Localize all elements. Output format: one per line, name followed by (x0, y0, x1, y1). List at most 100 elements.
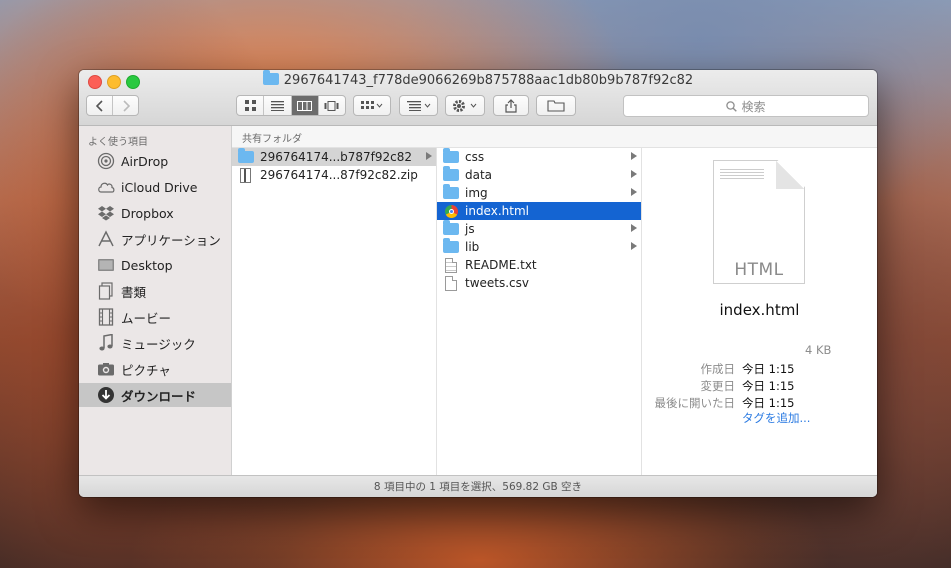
applications-icon (96, 230, 116, 248)
list-item[interactable]: index.html (437, 202, 641, 220)
sort-icon (406, 100, 430, 111)
sidebar-item-label: Desktop (121, 257, 173, 273)
chevron-right-icon (122, 99, 130, 112)
file-name: js (465, 222, 475, 236)
disclosure-arrow-icon (631, 242, 637, 250)
disclosure-arrow-icon (631, 152, 637, 160)
sidebar-header: よく使う項目 (88, 137, 148, 148)
navigation-group (86, 95, 139, 116)
folder-icon (443, 166, 459, 181)
list-item[interactable]: data (437, 166, 641, 184)
sidebar-item-icloud-drive[interactable]: iCloud Drive (79, 175, 231, 199)
sidebar-item-label: Dropbox (121, 205, 174, 221)
columns-icon (297, 100, 313, 111)
sidebar-item-music[interactable]: ミュージック (79, 331, 231, 355)
search-icon (726, 100, 738, 112)
file-name: tweets.csv (465, 276, 530, 290)
search-placeholder: 検索 (741, 99, 766, 114)
sidebar: よく使う項目 AirDrop iCloud Drive Dropbox アプリケ… (79, 126, 232, 475)
movies-icon (96, 308, 116, 326)
sidebar-item-desktop[interactable]: Desktop (79, 253, 231, 277)
created-value: 今日 1:15 (742, 362, 795, 376)
share-button[interactable] (493, 95, 529, 116)
folder-icon (238, 148, 254, 163)
gear-icon (453, 99, 477, 112)
column-1: 296764174...b787f92c82 296764174...87f92… (232, 148, 437, 475)
folder-icon (262, 70, 279, 85)
list-item[interactable]: README.txt (437, 256, 641, 274)
view-mode-group (236, 95, 346, 116)
documents-icon (96, 282, 116, 300)
path-header: 共有フォルダ (232, 126, 877, 148)
back-button[interactable] (87, 96, 113, 115)
sidebar-item-movies[interactable]: ムービー (79, 305, 231, 329)
disclosure-arrow-icon (631, 188, 637, 196)
folder-icon (443, 238, 459, 253)
downloads-icon (96, 386, 116, 404)
sidebar-item-label: iCloud Drive (121, 179, 198, 195)
pictures-icon (96, 360, 116, 378)
file-name: img (465, 186, 488, 200)
action-button[interactable] (445, 95, 485, 116)
folder-icon (443, 220, 459, 235)
list-item[interactable]: tweets.csv (437, 274, 641, 292)
chevron-left-icon (95, 99, 103, 112)
column-view-button[interactable] (291, 96, 319, 115)
desktop-icon (96, 256, 116, 274)
sidebar-item-airdrop[interactable]: AirDrop (79, 149, 231, 173)
list-item[interactable]: 296764174...b787f92c82 (232, 148, 436, 166)
cloud-icon (96, 178, 116, 196)
list-view-button[interactable] (264, 96, 292, 115)
file-name: data (465, 168, 493, 182)
sidebar-item-downloads[interactable]: ダウンロード (79, 383, 231, 407)
modified-label: 変更日 (700, 379, 736, 393)
preview-file-name: index.html (719, 301, 800, 319)
music-icon (96, 334, 116, 352)
preview-file-size: 4 KB (805, 343, 832, 357)
folder-icon (443, 148, 459, 163)
list-item[interactable]: js (437, 220, 641, 238)
list-item[interactable]: css (437, 148, 641, 166)
chrome-html-icon (445, 204, 458, 218)
sidebar-item-applications[interactable]: アプリケーション (79, 227, 231, 251)
disclosure-arrow-icon (631, 224, 637, 232)
file-name: 296764174...87f92c82.zip (260, 168, 418, 182)
last-opened-label: 最後に開いた日 (654, 396, 736, 410)
sort-button[interactable] (399, 95, 438, 116)
document-type-label: HTML (734, 260, 784, 280)
modified-value: 今日 1:15 (742, 379, 795, 393)
sidebar-item-label: AirDrop (121, 153, 169, 169)
disclosure-arrow-icon (426, 152, 432, 160)
forward-button[interactable] (113, 96, 138, 115)
search-field[interactable]: 検索 (623, 95, 869, 117)
grid-icon (244, 100, 256, 111)
icon-view-button[interactable] (237, 96, 265, 115)
last-opened-value: 今日 1:15 (742, 396, 795, 410)
airdrop-icon (96, 152, 116, 170)
sidebar-item-label: ミュージック (121, 336, 196, 352)
new-folder-icon (547, 99, 565, 112)
coverflow-view-button[interactable] (319, 96, 345, 115)
zip-file-icon (240, 167, 251, 183)
list-item[interactable]: lib (437, 238, 641, 256)
column-2: css data img index.html js lib README.tx… (437, 148, 642, 475)
window-title-text: 2967641743_f778de9066269b875788aac1db80b… (283, 73, 694, 88)
new-folder-button[interactable] (536, 95, 576, 116)
list-item[interactable]: img (437, 184, 641, 202)
sidebar-item-documents[interactable]: 書類 (79, 279, 231, 303)
sidebar-item-pictures[interactable]: ピクチャ (79, 357, 231, 381)
status-bar: 8 項目中の 1 項目を選択、569.82 GB 空き (79, 475, 877, 497)
sidebar-item-dropbox[interactable]: Dropbox (79, 201, 231, 225)
finder-window: 2967641743_f778de9066269b875788aac1db80b… (79, 70, 877, 497)
created-label: 作成日 (700, 362, 736, 376)
preview-pane: HTML index.html 4 KB 作成日 今日 1:15 変更日 今日 … (642, 148, 877, 475)
list-item[interactable]: 296764174...87f92c82.zip (232, 166, 436, 184)
titlebar: 2967641743_f778de9066269b875788aac1db80b… (79, 70, 877, 126)
dropbox-icon (96, 204, 116, 222)
file-icon (445, 275, 457, 291)
coverflow-icon (324, 100, 339, 111)
folder-icon (443, 184, 459, 199)
file-name: css (465, 150, 485, 164)
add-tag-link[interactable]: タグを追加... (742, 410, 810, 426)
arrange-button[interactable] (353, 95, 391, 116)
